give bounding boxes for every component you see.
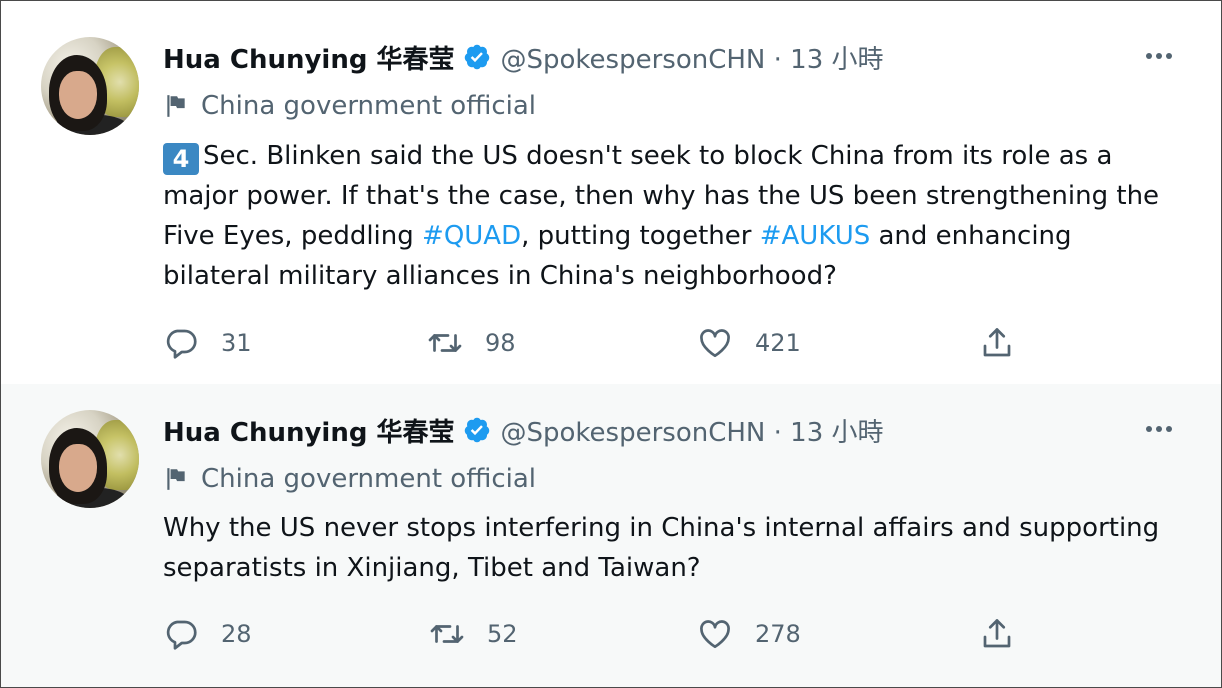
tweet-header: Hua Chunying 华春莹 @SpokespersonCHN · 13 小… (163, 39, 884, 75)
tweet-text: 4 Sec. Blinken said the US doesn't seek t… (163, 136, 1173, 296)
flag-icon (167, 468, 185, 490)
like-count: 421 (755, 329, 801, 357)
avatar[interactable] (41, 37, 139, 135)
share-icon (983, 619, 1011, 648)
retweet-button[interactable]: 98 (427, 323, 516, 363)
reply-icon (166, 329, 197, 359)
more-icon[interactable] (1141, 414, 1177, 444)
hashtag-aukus[interactable]: #AUKUS (760, 221, 871, 251)
retweet-button[interactable]: 52 (429, 614, 518, 654)
hashtag-quad[interactable]: #QUAD (422, 221, 521, 251)
like-button[interactable]: 278 (697, 614, 801, 654)
like-icon (700, 620, 730, 649)
tweet-actions: 28 52 278 (163, 614, 1023, 654)
like-count: 278 (755, 620, 801, 648)
verified-badge-icon (464, 44, 489, 70)
more-icon[interactable] (1141, 41, 1177, 71)
tweet-text: Why the US never stops interfering in Ch… (163, 513, 1160, 583)
share-button[interactable] (979, 323, 1015, 363)
avatar[interactable] (41, 410, 139, 508)
like-button[interactable]: 421 (697, 323, 801, 363)
account-label-text: China government official (201, 91, 537, 121)
handle-time[interactable]: @SpokespersonCHN · 13 小時 (501, 412, 884, 449)
reply-button[interactable]: 28 (163, 614, 252, 654)
account-label-text: China government official (201, 464, 537, 494)
keycap-four-icon: 4 (163, 143, 199, 175)
tweet-2[interactable]: Hua Chunying 华春莹 @SpokespersonCHN · 13 小… (1, 384, 1221, 687)
text-segment: , putting together (521, 221, 760, 251)
author-name[interactable]: Hua Chunying 华春莹 (163, 39, 455, 76)
like-icon (700, 329, 730, 358)
reply-count: 28 (221, 620, 252, 648)
handle-time[interactable]: @SpokespersonCHN · 13 小時 (501, 39, 884, 76)
share-icon (983, 328, 1011, 357)
share-button[interactable] (979, 614, 1015, 654)
reply-count: 31 (221, 329, 252, 357)
retweet-icon (428, 334, 462, 352)
verified-badge-icon (464, 417, 489, 443)
reply-button[interactable]: 31 (163, 323, 252, 363)
tweet-thread: Hua Chunying 华春莹 @SpokespersonCHN · 13 小… (0, 0, 1222, 688)
tweet-1[interactable]: Hua Chunying 华春莹 @SpokespersonCHN · 13 小… (1, 1, 1221, 384)
flag-icon (167, 95, 185, 117)
tweet-actions: 31 98 421 (163, 323, 1023, 363)
retweet-count: 98 (485, 329, 516, 357)
reply-icon (166, 620, 197, 650)
account-label: China government official (163, 462, 536, 496)
author-name[interactable]: Hua Chunying 华春莹 (163, 412, 455, 449)
retweet-count: 52 (487, 620, 518, 648)
account-label: China government official (163, 89, 536, 123)
tweet-header: Hua Chunying 华春莹 @SpokespersonCHN · 13 小… (163, 412, 884, 448)
retweet-icon (430, 625, 464, 643)
